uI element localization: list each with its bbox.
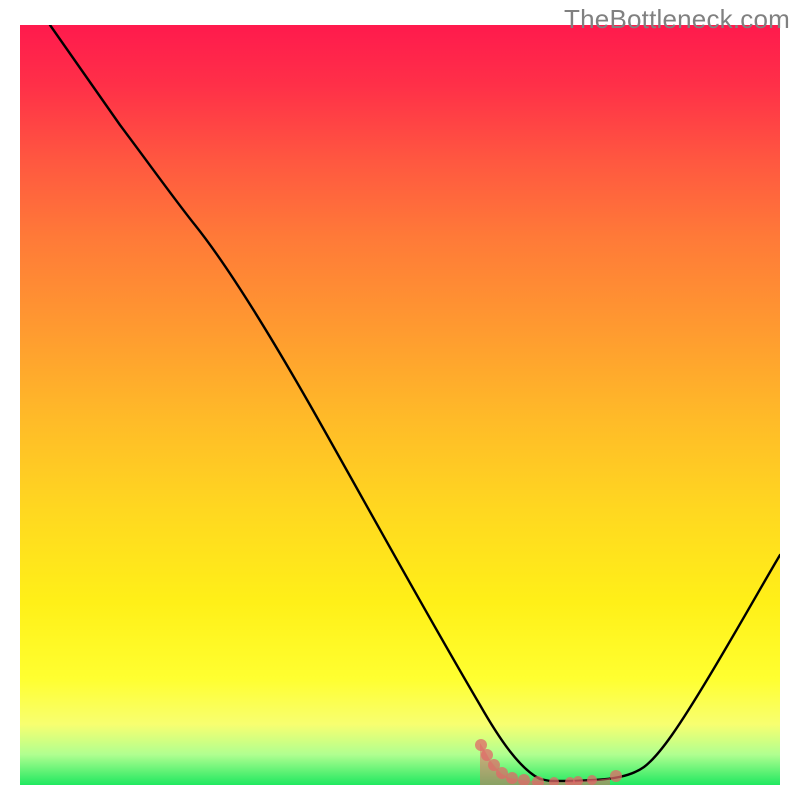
curve-layer	[20, 25, 780, 785]
watermark-text: TheBottleneck.com	[564, 4, 790, 35]
bottleneck-curve	[50, 25, 780, 781]
marker-cluster	[475, 739, 622, 785]
plot-area	[20, 25, 780, 785]
bottleneck-chart: TheBottleneck.com	[0, 0, 800, 800]
